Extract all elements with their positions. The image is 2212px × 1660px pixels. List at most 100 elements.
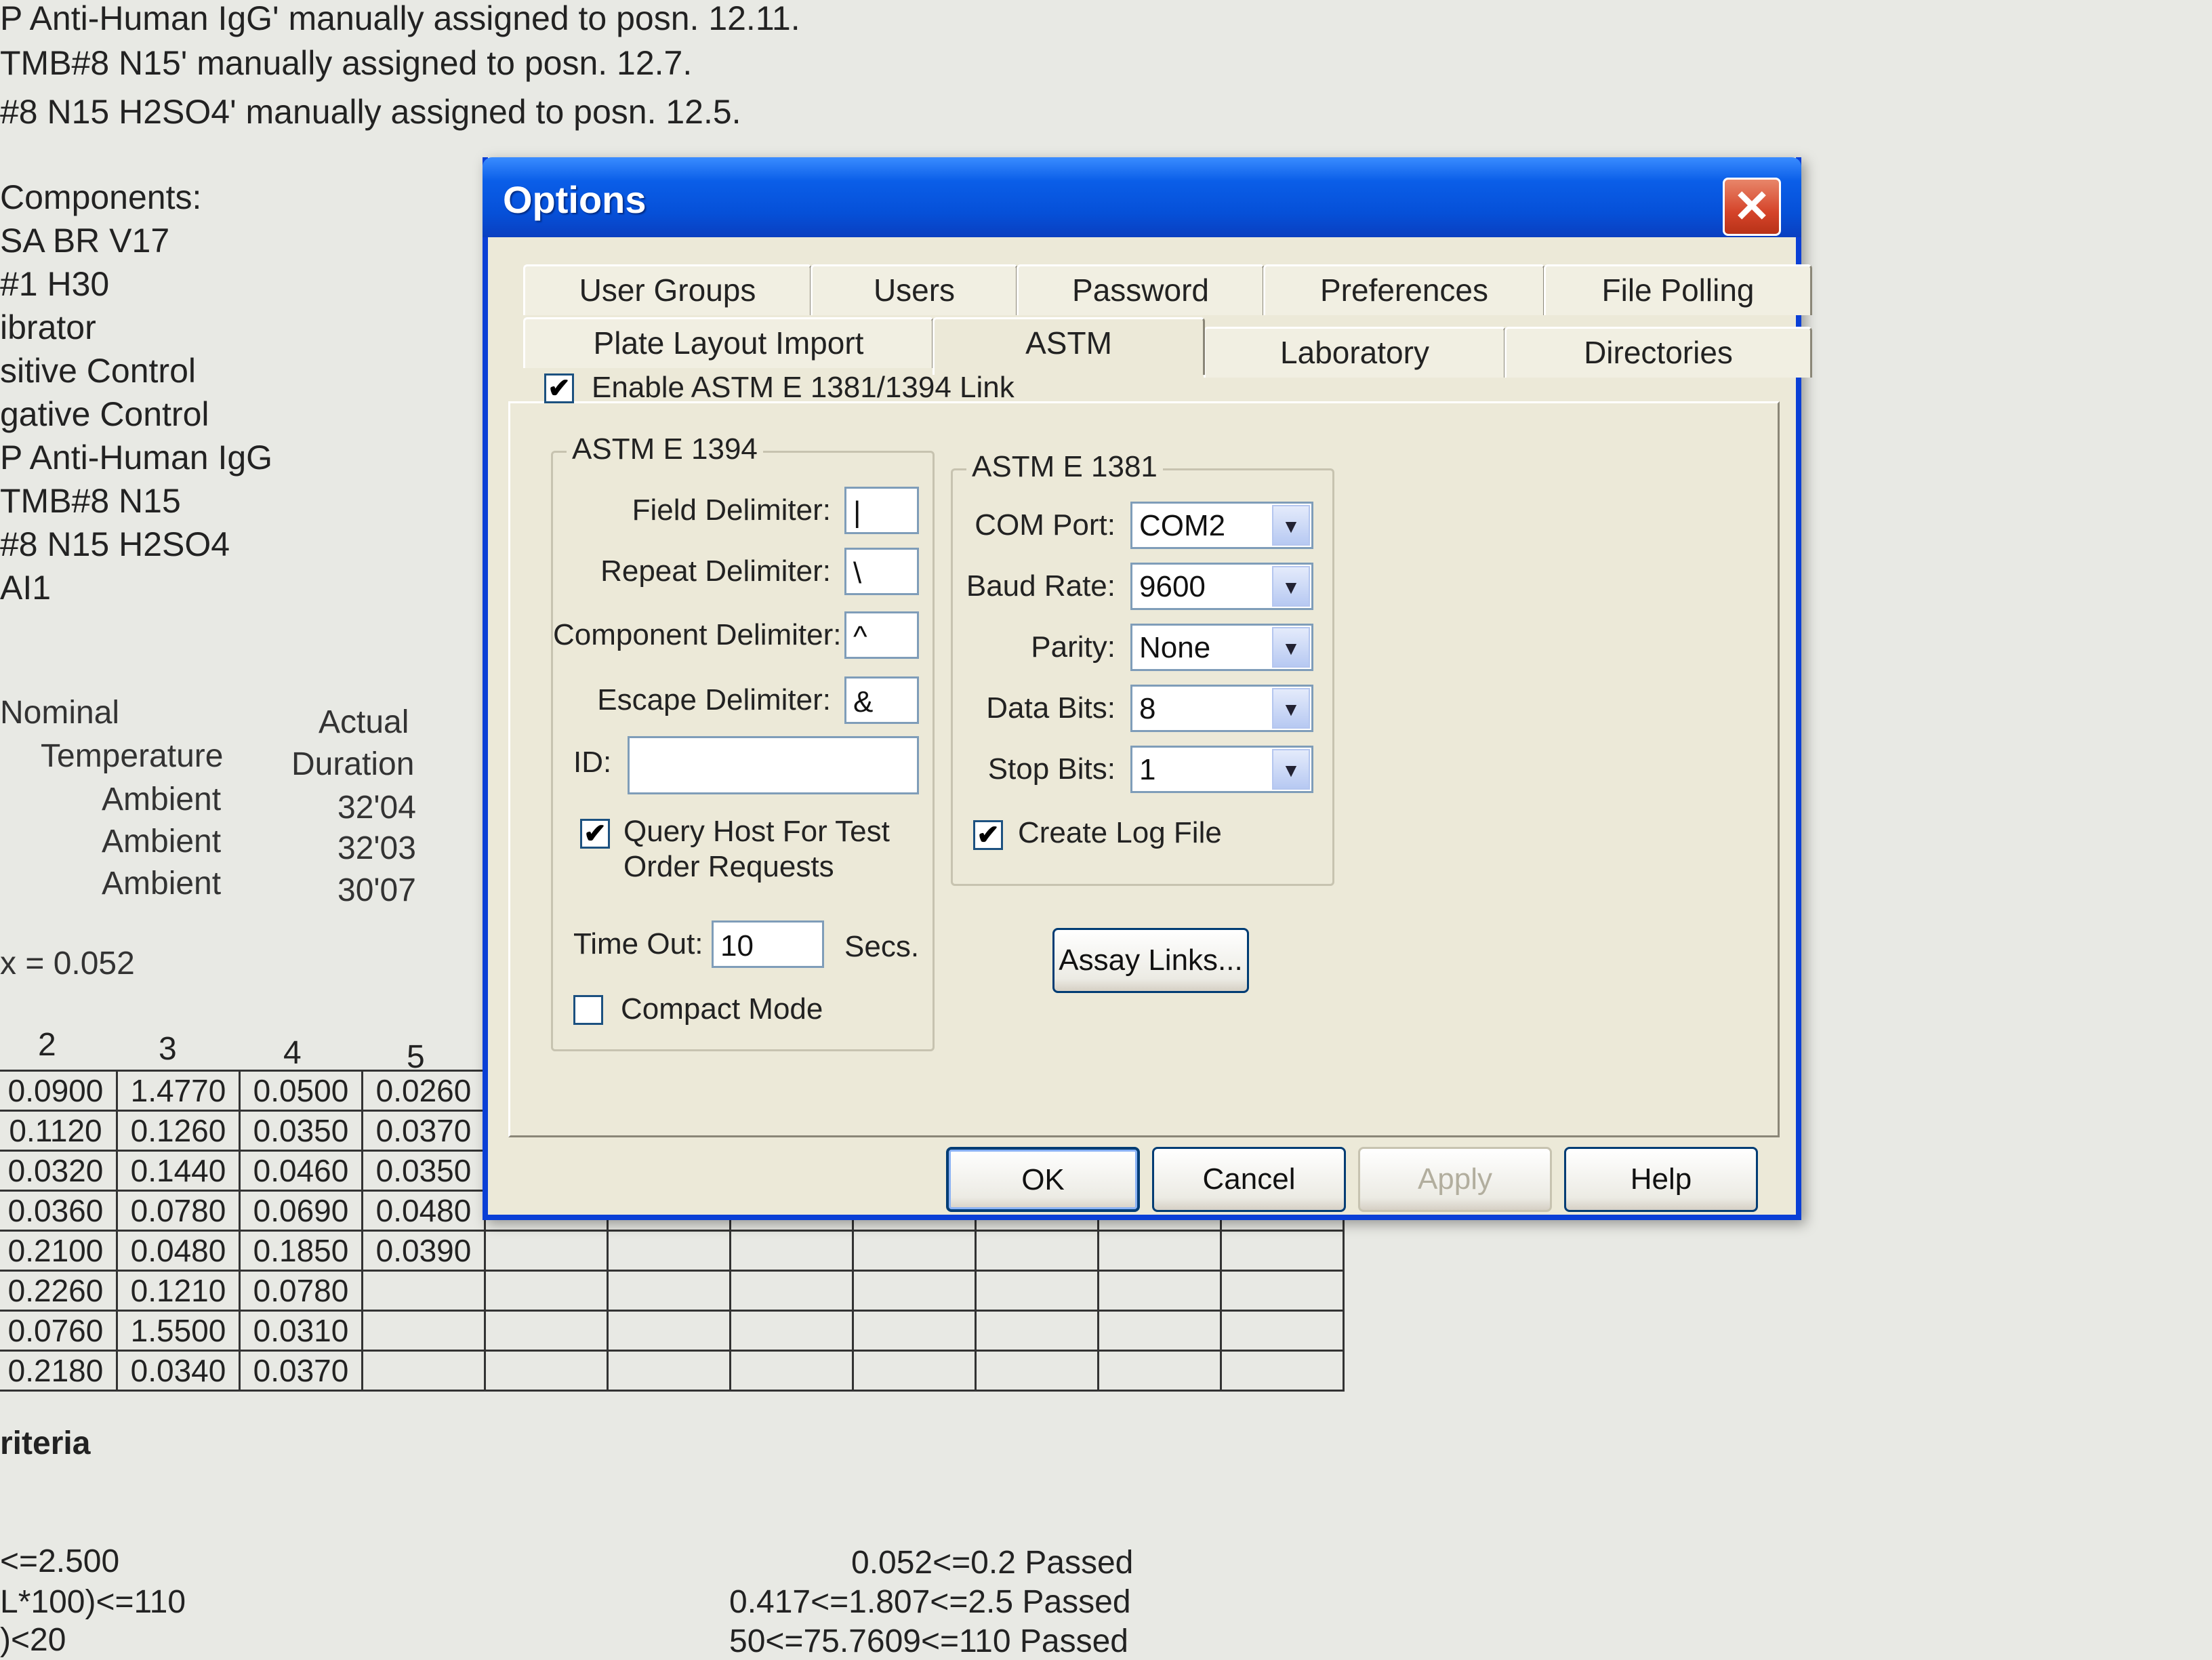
query-host-checkbox[interactable]: ✔ — [580, 819, 610, 849]
tab-user-groups[interactable]: User Groups — [523, 264, 812, 315]
empty-cell — [484, 1310, 609, 1352]
parity-select[interactable]: None ▼ — [1130, 624, 1313, 671]
empty-cell — [975, 1270, 1099, 1312]
tab-users[interactable]: Users — [811, 264, 1018, 315]
criteria-left-line: L*100)<=110 — [0, 1584, 186, 1620]
table-cell: 0.0780 — [116, 1190, 241, 1232]
tab-laboratory[interactable]: Laboratory — [1204, 327, 1506, 378]
incubation-duration: 32'04 — [337, 790, 416, 826]
component-item: sitive Control — [0, 352, 196, 390]
empty-cell — [1220, 1310, 1345, 1352]
timeout-unit: Secs. — [844, 930, 920, 963]
escape-delimiter-input[interactable]: & — [844, 676, 919, 724]
component-item: gative Control — [0, 395, 209, 433]
empty-cell — [1097, 1230, 1222, 1272]
table-cell: 0.2260 — [0, 1270, 118, 1312]
astm-e1381-group: ASTM E 1381 COM Port: COM2 ▼ Baud Rate: … — [951, 450, 1334, 886]
column-number: 2 — [38, 1027, 56, 1063]
criteria-result-line: 50<=75.7609<=110 Passed — [729, 1623, 1128, 1659]
table-cell: 0.0260 — [361, 1070, 486, 1112]
tab-file-polling[interactable]: File Polling — [1544, 264, 1812, 315]
options-dialog: Options ✕ User Groups Users Password Pre… — [483, 157, 1812, 1220]
dialog-title: Options — [503, 178, 647, 221]
component-delimiter-label: Component Delimiter: — [553, 618, 842, 651]
tab-astm[interactable]: ASTM — [933, 317, 1205, 375]
incubation-temperature: Ambient — [102, 782, 222, 817]
table-cell: 0.0690 — [239, 1190, 363, 1232]
create-log-checkbox[interactable]: ✔ — [973, 820, 1003, 850]
enable-astm-link-label: Enable ASTM E 1381/1394 Link — [592, 371, 1015, 404]
log-line: #8 N15 H2SO4' manually assigned to posn.… — [0, 93, 741, 131]
empty-cell — [975, 1350, 1099, 1392]
empty-cell — [975, 1310, 1099, 1352]
criteria-result-line: 0.052<=0.2 Passed — [851, 1545, 1134, 1581]
cancel-button[interactable]: Cancel — [1152, 1147, 1346, 1212]
close-icon[interactable]: ✕ — [1723, 178, 1781, 236]
table-cell: 0.0460 — [239, 1150, 363, 1192]
incubation-duration: 30'07 — [337, 872, 416, 908]
table-cell: 0.2180 — [0, 1350, 118, 1392]
chevron-down-icon[interactable]: ▼ — [1272, 505, 1310, 546]
ok-button[interactable]: OK — [946, 1147, 1140, 1212]
title-bar[interactable]: Options ✕ — [483, 157, 1801, 237]
astm-tab-panel: ✔ Enable ASTM E 1381/1394 Link ASTM E 13… — [508, 371, 1780, 1137]
chevron-down-icon[interactable]: ▼ — [1272, 566, 1310, 607]
enable-astm-link-checkbox[interactable]: ✔ — [544, 373, 574, 403]
tab-plate-layout-import[interactable]: Plate Layout Import — [523, 317, 934, 368]
chevron-down-icon[interactable]: ▼ — [1272, 749, 1310, 790]
chevron-down-icon[interactable]: ▼ — [1272, 688, 1310, 729]
data-bits-label: Data Bits: — [986, 691, 1115, 725]
empty-cell — [729, 1310, 854, 1352]
table-cell: 0.0340 — [116, 1350, 241, 1392]
stop-bits-select[interactable]: 1 ▼ — [1130, 746, 1313, 793]
incubation-temperature: Ambient — [102, 866, 222, 902]
assay-links-button[interactable]: Assay Links... — [1052, 928, 1249, 993]
timeout-input[interactable]: 10 — [712, 920, 824, 968]
help-button[interactable]: Help — [1564, 1147, 1758, 1212]
field-delimiter-input[interactable]: | — [844, 487, 919, 534]
empty-cell — [607, 1270, 731, 1312]
table-cell: 0.0480 — [116, 1230, 241, 1272]
empty-cell — [607, 1230, 731, 1272]
baud-rate-select[interactable]: 9600 ▼ — [1130, 563, 1313, 610]
table-cell: 0.0310 — [239, 1310, 363, 1352]
empty-cell — [607, 1310, 731, 1352]
query-host-label: Query Host For Test — [623, 815, 890, 848]
table-cell: 0.0760 — [0, 1310, 118, 1352]
table-cell: 0.0370 — [239, 1350, 363, 1392]
table-cell: 0.1120 — [0, 1110, 118, 1152]
component-item: ibrator — [0, 308, 96, 346]
table-row: 0.0760 1.5500 0.0310 — [0, 1310, 1345, 1352]
tab-directories[interactable]: Directories — [1504, 327, 1812, 378]
empty-cell — [852, 1310, 977, 1352]
table-cell: 0.0350 — [239, 1110, 363, 1152]
id-input[interactable] — [628, 736, 919, 794]
table-cell: 0.2100 — [0, 1230, 118, 1272]
stop-bits-value: 1 — [1139, 753, 1156, 786]
compact-mode-checkbox[interactable] — [573, 995, 603, 1025]
component-delimiter-input[interactable]: ^ — [844, 611, 919, 659]
table-row: 0.2180 0.0340 0.0370 — [0, 1350, 1345, 1392]
chevron-down-icon[interactable]: ▼ — [1272, 627, 1310, 668]
tab-password[interactable]: Password — [1017, 264, 1265, 315]
com-port-label: COM Port: — [975, 508, 1115, 542]
data-bits-select[interactable]: 8 ▼ — [1130, 685, 1313, 732]
empty-cell — [1097, 1270, 1222, 1312]
table-cell — [361, 1270, 486, 1312]
table-cell: 0.1440 — [116, 1150, 241, 1192]
com-port-select[interactable]: COM2 ▼ — [1130, 502, 1313, 549]
id-label: ID: — [573, 746, 612, 779]
empty-cell — [484, 1270, 609, 1312]
table-cell: 0.0350 — [361, 1150, 486, 1192]
tab-preferences[interactable]: Preferences — [1263, 264, 1545, 315]
empty-cell — [852, 1230, 977, 1272]
table-cell: 0.0500 — [239, 1070, 363, 1112]
baud-rate-value: 9600 — [1139, 570, 1206, 603]
empty-cell — [1097, 1310, 1222, 1352]
empty-cell — [729, 1270, 854, 1312]
repeat-delimiter-input[interactable]: \ — [844, 548, 919, 595]
field-delimiter-label: Field Delimiter: — [632, 493, 831, 527]
table-row: 0.2260 0.1210 0.0780 — [0, 1270, 1345, 1312]
column-number: 3 — [159, 1031, 177, 1067]
log-line: P Anti-Human IgG' manually assigned to p… — [0, 0, 800, 37]
